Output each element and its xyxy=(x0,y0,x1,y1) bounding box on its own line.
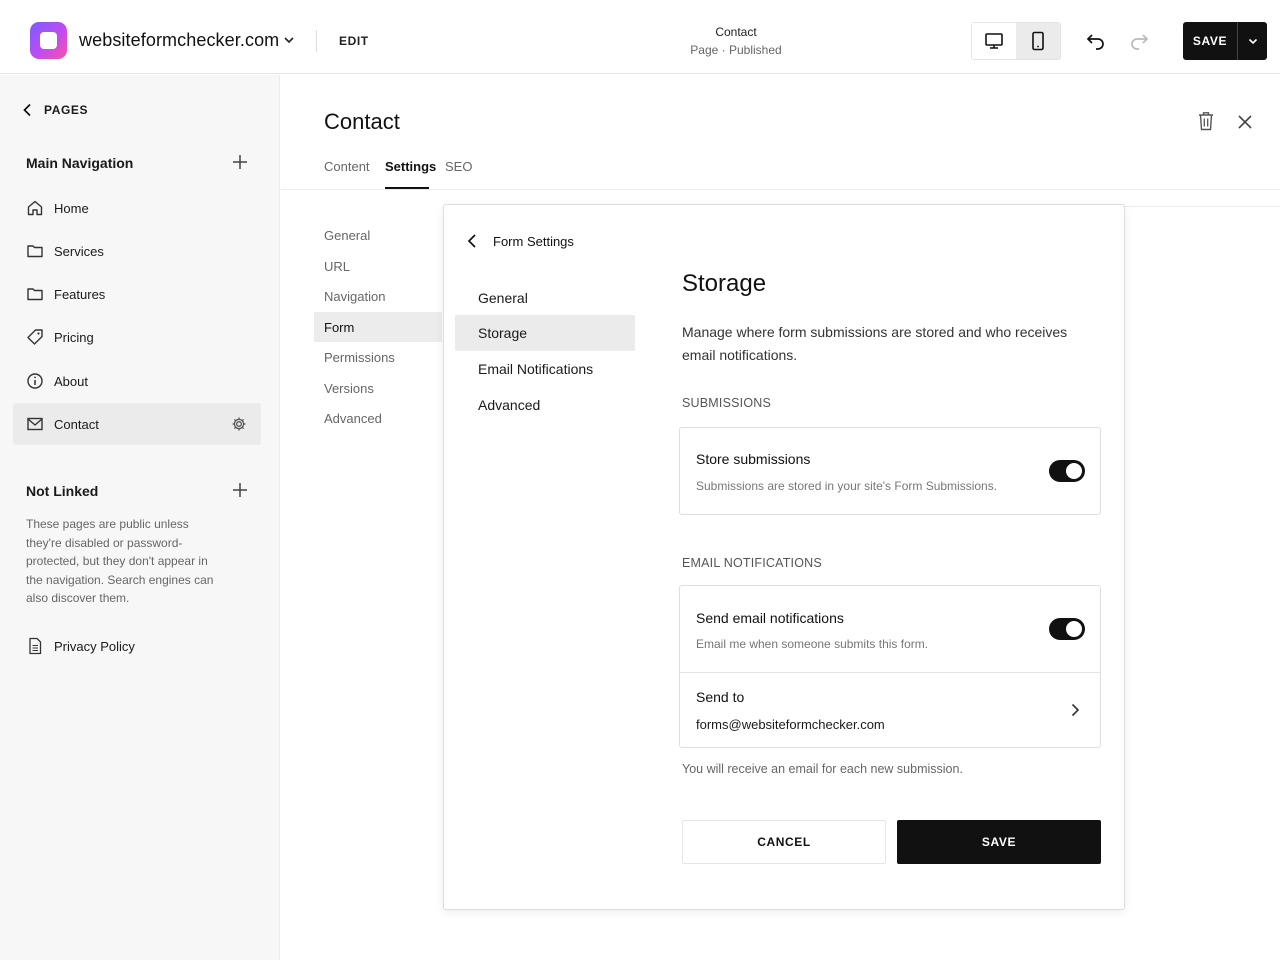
sidebar-item-about[interactable]: About xyxy=(13,360,261,402)
settings-nav-versions[interactable]: Versions xyxy=(314,373,442,403)
tag-icon xyxy=(26,328,44,346)
trash-icon[interactable] xyxy=(1196,110,1216,132)
tab-seo[interactable]: SEO xyxy=(445,159,472,174)
sidebar-item-label: Home xyxy=(54,200,89,216)
cancel-button[interactable]: CANCEL xyxy=(682,820,886,864)
chevron-right-icon xyxy=(1070,703,1080,717)
store-submissions-toggle[interactable] xyxy=(1049,460,1085,482)
email-notifications-card: Send email notifications Email me when s… xyxy=(679,585,1101,748)
settings-nav-advanced[interactable]: Advanced xyxy=(314,403,442,433)
sidebar-item-label: Services xyxy=(54,243,104,259)
settings-nav-permissions[interactable]: Permissions xyxy=(314,342,442,372)
dialog-nav-general[interactable]: General xyxy=(455,280,635,316)
document-icon xyxy=(26,637,44,655)
send-email-title: Send email notifications xyxy=(696,610,844,626)
sidebar-item-label: About xyxy=(54,373,88,389)
not-linked-description: These pages are public unless they're di… xyxy=(26,517,214,606)
save-button[interactable]: SAVE xyxy=(1183,22,1237,60)
email-notifications-heading: EMAIL NOTIFICATIONS xyxy=(682,556,822,570)
save-options-button[interactable] xyxy=(1237,22,1267,60)
pages-back-button[interactable]: PAGES xyxy=(22,103,88,117)
sidebar-item-services[interactable]: Services xyxy=(13,230,261,272)
add-page-icon[interactable] xyxy=(232,154,248,170)
divider xyxy=(316,30,317,52)
send-to-label: Send to xyxy=(696,689,745,705)
desktop-icon xyxy=(984,32,1004,50)
sidebar-item-label: Features xyxy=(54,286,106,302)
dialog-nav-email-notifications[interactable]: Email Notifications xyxy=(455,351,635,387)
info-icon xyxy=(26,372,44,390)
not-linked-heading: Not Linked xyxy=(26,483,99,499)
undo-icon[interactable] xyxy=(1085,29,1107,51)
pages-sidebar: PAGES Main Navigation Home Services Feat… xyxy=(0,75,280,960)
chevron-down-icon xyxy=(1247,35,1259,47)
redo-icon[interactable] xyxy=(1128,29,1150,51)
submissions-heading: SUBMISSIONS xyxy=(682,396,772,410)
main-navigation-heading: Main Navigation xyxy=(26,155,134,171)
panel-title: Contact xyxy=(324,109,400,134)
edit-button[interactable]: EDIT xyxy=(339,34,369,48)
store-submissions-title: Store submissions xyxy=(696,451,811,467)
sidebar-item-home[interactable]: Home xyxy=(13,187,261,229)
settings-nav-navigation[interactable]: Navigation xyxy=(314,281,442,311)
sidebar-item-label: Pricing xyxy=(54,329,94,345)
device-toggle xyxy=(971,22,1061,60)
pages-back-label: PAGES xyxy=(44,103,89,117)
email-note: You will receive an email for each new s… xyxy=(682,762,963,776)
site-logo[interactable] xyxy=(30,22,67,59)
chevron-left-icon[interactable] xyxy=(466,233,478,249)
settings-nav-url[interactable]: URL xyxy=(314,251,442,281)
sidebar-item-pricing[interactable]: Pricing xyxy=(13,316,261,358)
send-email-toggle[interactable] xyxy=(1049,618,1085,640)
send-to-email: forms@websiteformchecker.com xyxy=(696,717,885,732)
divider xyxy=(1124,206,1280,207)
sidebar-item-label: Contact xyxy=(54,416,99,432)
storage-description: Manage where form submissions are stored… xyxy=(682,324,1068,363)
gear-icon[interactable] xyxy=(231,416,247,432)
dialog-nav-advanced[interactable]: Advanced xyxy=(455,387,635,423)
sidebar-item-privacy-policy[interactable]: Privacy Policy xyxy=(13,625,261,667)
page-title: Contact xyxy=(715,25,757,39)
chevron-left-icon xyxy=(22,103,32,117)
folder-icon xyxy=(26,285,44,303)
send-email-description: Email me when someone submits this form. xyxy=(696,637,929,651)
mobile-icon xyxy=(1031,31,1045,51)
sidebar-item-contact[interactable]: Contact xyxy=(13,403,261,445)
mobile-view-button[interactable] xyxy=(1016,23,1060,59)
page-status: Page · Published xyxy=(690,43,782,57)
settings-nav-general[interactable]: General xyxy=(314,220,442,250)
tab-settings[interactable]: Settings xyxy=(385,159,436,174)
storage-title: Storage xyxy=(682,270,767,297)
mail-icon xyxy=(26,415,44,433)
add-page-icon[interactable] xyxy=(232,482,248,498)
sidebar-item-features[interactable]: Features xyxy=(13,273,261,315)
store-submissions-card: Store submissions Submissions are stored… xyxy=(679,427,1101,515)
dialog-save-button[interactable]: SAVE xyxy=(897,820,1101,864)
send-to-row[interactable]: Send to forms@websiteformchecker.com xyxy=(680,673,1100,747)
site-name[interactable]: websiteformchecker.com xyxy=(79,30,279,51)
dialog-nav-storage[interactable]: Storage xyxy=(455,315,635,351)
sidebar-item-label: Privacy Policy xyxy=(54,638,135,654)
chevron-down-icon[interactable] xyxy=(282,33,296,47)
close-icon[interactable] xyxy=(1236,113,1254,131)
tab-content[interactable]: Content xyxy=(324,159,370,174)
form-settings-back-button[interactable]: Form Settings xyxy=(493,234,574,249)
settings-nav-form[interactable]: Form xyxy=(314,312,442,342)
desktop-view-button[interactable] xyxy=(972,23,1016,59)
folder-icon xyxy=(26,242,44,260)
top-bar: websiteformchecker.com EDIT Contact Page… xyxy=(0,0,1280,74)
home-icon xyxy=(26,199,44,217)
tabs-divider xyxy=(281,189,1280,190)
store-submissions-description: Submissions are stored in your site's Fo… xyxy=(696,479,998,493)
